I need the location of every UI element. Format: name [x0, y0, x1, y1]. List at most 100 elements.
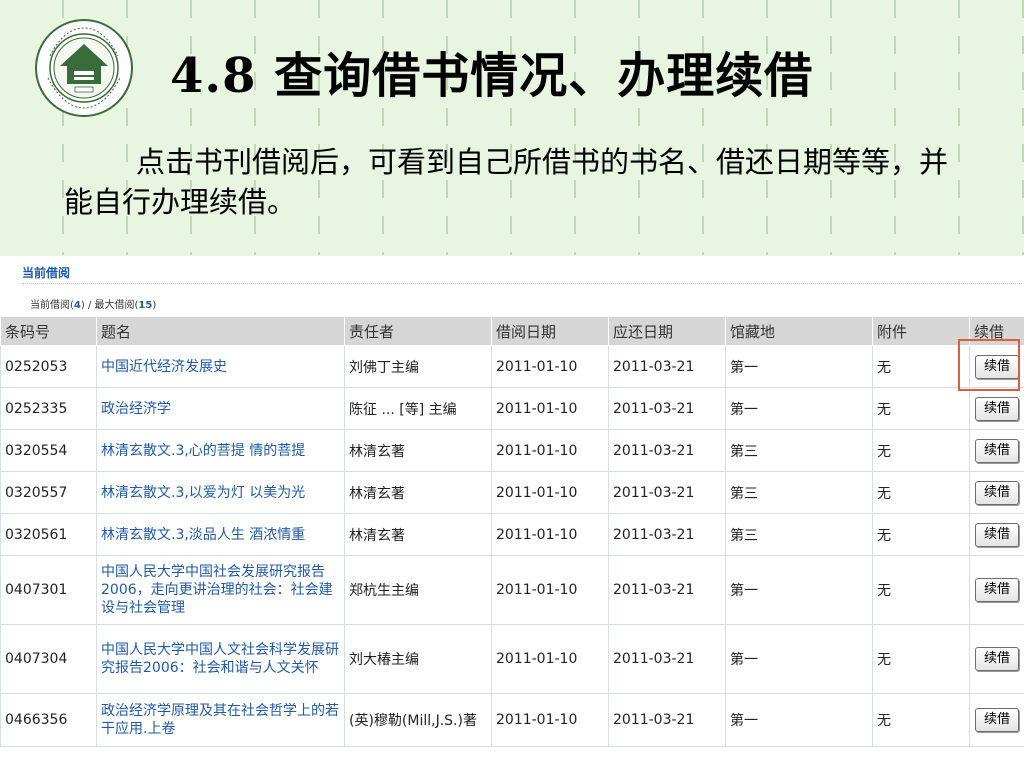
location-cell: 第一 — [725, 387, 873, 430]
barcode-cell: 0407301 — [0, 555, 97, 625]
author-cell: 林清玄著 — [344, 513, 492, 556]
title-cell: 林清玄散文.3,淡品人生 酒浓情重 — [96, 513, 345, 556]
author-cell: 林清玄著 — [344, 429, 492, 472]
due-date-cell: 2011-03-21 — [608, 555, 726, 625]
max-loans-label: ) / 最大借阅( — [80, 300, 139, 311]
attachment-cell: 无 — [872, 471, 970, 514]
borrow-date-cell: 2011-01-10 — [491, 624, 609, 694]
table-row: 0320561 林清玄散文.3,淡品人生 酒浓情重 林清玄著 2011-01-10 20… — [0, 513, 1024, 556]
renew-wrap: 续借 — [974, 556, 1020, 624]
attachment-cell: 无 — [872, 555, 970, 625]
location-cell: 第三 — [725, 513, 873, 556]
location-cell: 第一 — [725, 693, 873, 747]
author-cell: 陈征 ... [等] 主编 — [344, 387, 492, 430]
borrow-date-cell: 2011-01-10 — [491, 345, 609, 388]
due-date-cell: 2011-03-21 — [608, 387, 726, 430]
title-cell: 政治经济学原理及其在社会哲学上的若干应用.上卷 — [96, 693, 345, 747]
borrow-date-cell: 2011-01-10 — [491, 513, 609, 556]
title-cell: 中国人民大学中国社会发展研究报告2006，走向更讲治理的社会：社会建设与社会管理 — [96, 555, 345, 625]
renew-cell: 续借 — [969, 345, 1024, 388]
author-cell: (英)穆勒(Mill,J.S.)著 — [344, 693, 492, 747]
panel-divider — [22, 283, 1022, 284]
location-cell: 第三 — [725, 471, 873, 514]
renew-cell: 续借 — [969, 693, 1024, 747]
attachment-cell: 无 — [872, 387, 970, 430]
borrow-date-cell: 2011-01-10 — [491, 387, 609, 430]
author-cell: 林清玄著 — [344, 471, 492, 514]
title-cell: 林清玄散文.3,以爱为灯 以美为光 — [96, 471, 345, 514]
table-row: 0320557 林清玄散文.3,以爱为灯 以美为光 林清玄著 2011-01-10 20… — [0, 471, 1024, 514]
renew-wrap: 续借 — [974, 625, 1020, 693]
renew-button[interactable]: 续借 — [975, 480, 1019, 505]
slide-title: 4.8 查询借书情况、办理续借 — [170, 48, 814, 104]
author-cell: 刘大椿主编 — [344, 624, 492, 694]
author-cell: 刘佛丁主编 — [344, 345, 492, 388]
renew-cell: 续借 — [969, 555, 1024, 625]
book-title-link[interactable]: 政治经济学原理及其在社会哲学上的若干应用.上卷 — [101, 702, 340, 738]
renew-button[interactable]: 续借 — [975, 438, 1019, 463]
table-row: 0252053 中国近代经济发展史 刘佛丁主编 2011-01-10 2011-03-2… — [0, 345, 1024, 388]
slide-description: 点击书刊借阅后，可看到自己所借书的书名、借还日期等等，并能自行办理续借。 — [64, 145, 949, 219]
book-title-link[interactable]: 中国人民大学中国社会发展研究报告2006，走向更讲治理的社会：社会建设与社会管理 — [101, 563, 340, 617]
book-title-link[interactable]: 政治经济学 — [101, 400, 340, 418]
book-title-link[interactable]: 林清玄散文.3,淡品人生 酒浓情重 — [101, 526, 340, 544]
borrow-date-cell: 2011-01-10 — [491, 429, 609, 472]
attachment-cell: 无 — [872, 693, 970, 747]
borrow-date-cell: 2011-01-10 — [491, 471, 609, 514]
attachment-cell: 无 — [872, 345, 970, 388]
renew-button[interactable]: 续借 — [975, 578, 1019, 602]
renew-cell: 续借 — [969, 513, 1024, 556]
due-date-cell: 2011-03-21 — [608, 624, 726, 694]
renew-cell: 续借 — [969, 387, 1024, 430]
table-row: 0320554 林清玄散文.3,心的菩提 情的菩提 林清玄著 2011-01-10 20… — [0, 429, 1024, 472]
table-header-row: 条码号 题名 责任者 借阅日期 应还日期 馆藏地 附件 续借 — [0, 316, 1024, 346]
current-loans-panel: 当前借阅 当前借阅(4) / 最大借阅(15) 条码号 题名 责任者 借阅日期 … — [0, 256, 1024, 768]
renew-button[interactable]: 续借 — [975, 396, 1019, 421]
renew-button[interactable]: 续借 — [975, 522, 1019, 547]
max-loans-count: 15 — [138, 300, 153, 311]
book-title-link[interactable]: 中国人民大学中国人文社会科学发展研究报告2006：社会和谐与人文关怀 — [101, 641, 340, 677]
book-title-link[interactable]: 中国近代经济发展史 — [101, 358, 340, 376]
current-loans-count: 4 — [73, 300, 81, 311]
title-cell: 林清玄散文.3,心的菩提 情的菩提 — [96, 429, 345, 472]
panel-heading: 当前借阅 — [22, 266, 71, 280]
counts-close: ) — [152, 300, 157, 311]
barcode-cell: 0320561 — [0, 513, 97, 556]
borrow-date-cell: 2011-01-10 — [491, 693, 609, 747]
renew-cell: 续借 — [969, 471, 1024, 514]
attachment-cell: 无 — [872, 429, 970, 472]
header-borrow-date: 借阅日期 — [491, 316, 609, 346]
header-author: 责任者 — [344, 316, 492, 346]
loan-counts: 当前借阅(4) / 最大借阅(15) — [30, 296, 156, 311]
due-date-cell: 2011-03-21 — [608, 345, 726, 388]
header-barcode: 条码号 — [0, 316, 97, 346]
book-title-link[interactable]: 林清玄散文.3,以爱为灯 以美为光 — [101, 484, 340, 502]
renew-wrap: 续借 — [974, 514, 1020, 555]
renew-cell: 续借 — [969, 429, 1024, 472]
table-row: 0407304 中国人民大学中国人文社会科学发展研究报告2006：社会和谐与人文关… — [0, 624, 1024, 694]
renew-wrap: 续借 — [974, 346, 1020, 387]
renew-button[interactable]: 续借 — [975, 354, 1019, 379]
renew-button[interactable]: 续借 — [975, 708, 1019, 732]
renew-cell: 续借 — [969, 624, 1024, 694]
header-title: 题名 — [96, 316, 345, 346]
book-title-link[interactable]: 林清玄散文.3,心的菩提 情的菩提 — [101, 442, 340, 460]
renew-wrap: 续借 — [974, 388, 1020, 429]
table-row: 0407301 中国人民大学中国社会发展研究报告2006，走向更讲治理的社会：社会… — [0, 555, 1024, 625]
title-cell: 政治经济学 — [96, 387, 345, 430]
barcode-cell: 0320557 — [0, 471, 97, 514]
header-due-date: 应还日期 — [608, 316, 726, 346]
due-date-cell: 2011-03-21 — [608, 471, 726, 514]
current-loans-label: 当前借阅( — [30, 300, 74, 311]
attachment-cell: 无 — [872, 513, 970, 556]
renew-button[interactable]: 续借 — [975, 647, 1019, 671]
location-cell: 第一 — [725, 345, 873, 388]
renew-wrap: 续借 — [974, 694, 1020, 746]
borrow-date-cell: 2011-01-10 — [491, 555, 609, 625]
header-renew: 续借 — [969, 316, 1024, 346]
table-row: 0466356 政治经济学原理及其在社会哲学上的若干应用.上卷 (英)穆勒(Mill… — [0, 693, 1024, 747]
attachment-cell: 无 — [872, 624, 970, 694]
location-cell: 第三 — [725, 429, 873, 472]
due-date-cell: 2011-03-21 — [608, 693, 726, 747]
table-row: 0252335 政治经济学 陈征 ... [等] 主编 2011-01-10 2011-… — [0, 387, 1024, 430]
